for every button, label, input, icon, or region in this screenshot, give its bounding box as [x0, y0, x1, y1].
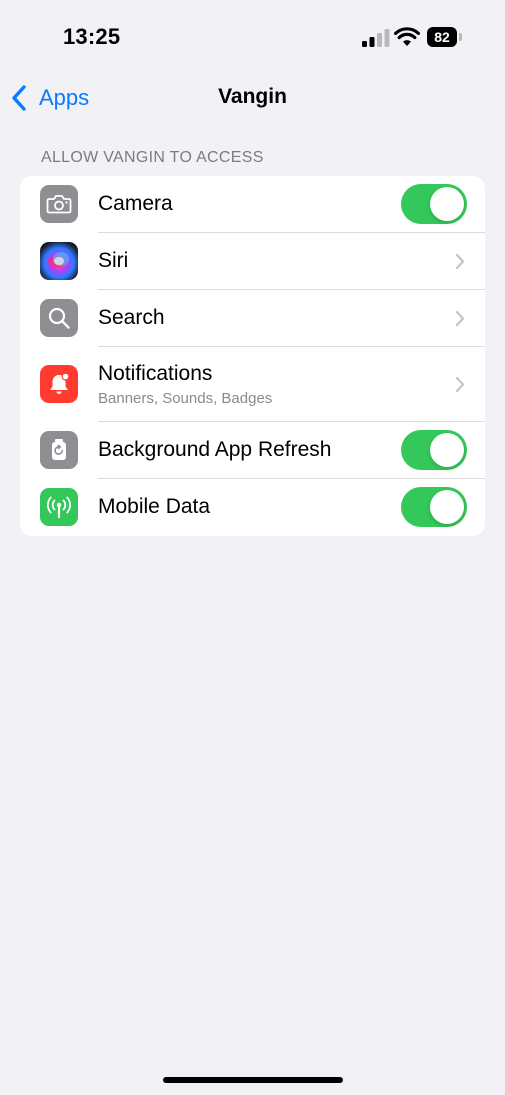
- battery-cap: [459, 33, 462, 41]
- page-title: Vangin: [218, 85, 287, 108]
- section-header: ALLOW VANGIN TO ACCESS: [41, 149, 264, 166]
- chevron-right-icon: [455, 253, 465, 270]
- home-indicator[interactable]: [163, 1077, 343, 1083]
- camera-row[interactable]: Camera: [20, 176, 485, 233]
- chevron-right-icon: [455, 376, 465, 393]
- toggle-knob: [430, 433, 464, 467]
- status-bar: 13:25 82: [0, 0, 505, 70]
- toggle-knob: [430, 490, 464, 524]
- antenna-icon: [40, 488, 78, 526]
- search-icon: [40, 299, 78, 337]
- background-refresh-icon: [40, 431, 78, 469]
- search-row[interactable]: Search: [20, 290, 485, 347]
- mobile-data-row[interactable]: Mobile Data: [20, 479, 485, 536]
- background-app-refresh-row[interactable]: Background App Refresh: [20, 422, 485, 479]
- search-label: Search: [98, 306, 165, 329]
- notifications-row[interactable]: Notifications Banners, Sounds, Badges: [20, 347, 485, 422]
- camera-label: Camera: [98, 192, 173, 215]
- navigation-bar: Apps Vangin: [0, 76, 505, 120]
- background-app-refresh-toggle[interactable]: [401, 430, 467, 470]
- camera-icon: [40, 185, 78, 223]
- toggle-knob: [430, 187, 464, 221]
- cellular-signal-icon: [362, 29, 390, 47]
- notifications-label: Notifications: [98, 362, 213, 385]
- notifications-sublabel: Banners, Sounds, Badges: [98, 390, 273, 407]
- wifi-icon: [394, 27, 420, 46]
- notifications-icon: [40, 365, 78, 403]
- mobile-data-label: Mobile Data: [98, 495, 211, 518]
- battery-level: 82: [427, 27, 457, 47]
- siri-icon: [40, 242, 78, 280]
- siri-row[interactable]: Siri: [20, 233, 485, 290]
- background-app-refresh-label: Background App Refresh: [98, 438, 332, 461]
- chevron-right-icon: [455, 310, 465, 327]
- permissions-list: Camera Siri Search Notifications Banners…: [20, 176, 485, 536]
- camera-toggle[interactable]: [401, 184, 467, 224]
- siri-label: Siri: [98, 249, 129, 272]
- mobile-data-toggle[interactable]: [401, 487, 467, 527]
- status-time: 13:25: [63, 24, 121, 49]
- battery-icon: 82: [427, 27, 463, 47]
